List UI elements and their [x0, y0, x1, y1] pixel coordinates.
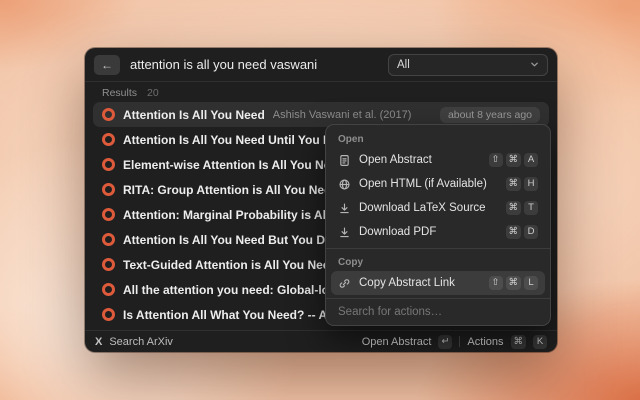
raycast-window: ← All Results 20 Attention Is All You Ne… [85, 48, 557, 352]
action-label: Copy Abstract Link [359, 277, 455, 289]
action-label: Open HTML (if Available) [359, 178, 487, 190]
h-key-badge: H [524, 177, 538, 191]
d-key-badge: D [524, 225, 538, 239]
action-open-abstract[interactable]: Open Abstract ⇧ ⌘ A [331, 148, 545, 172]
arxiv-logo-icon: X [95, 336, 102, 348]
arxiv-ring-icon [102, 233, 115, 246]
k-key-badge: K [533, 335, 547, 349]
result-age-badge: about 8 years ago [440, 107, 540, 123]
section-title-open: Open [326, 130, 550, 148]
primary-action-label[interactable]: Open Abstract [362, 336, 432, 348]
link-icon [338, 277, 351, 290]
action-label: Download LaTeX Source [359, 202, 486, 214]
arxiv-ring-icon [102, 308, 115, 321]
result-title: Attention Is All You Need [123, 108, 265, 122]
document-icon [338, 154, 351, 167]
arxiv-ring-icon [102, 258, 115, 271]
action-label: Open Abstract [359, 154, 432, 166]
results-header: Results 20 [85, 82, 557, 100]
cmd-key-badge: ⌘ [506, 225, 522, 239]
action-copy-abstract-link[interactable]: Copy Abstract Link ⇧ ⌘ L [331, 271, 545, 295]
cmd-key-badge: ⌘ [511, 335, 527, 349]
back-button[interactable]: ← [94, 55, 120, 75]
globe-icon [338, 178, 351, 191]
download-icon [338, 202, 351, 215]
result-title: Element-wise Attention Is All You Need [123, 158, 344, 172]
arxiv-ring-icon [102, 158, 115, 171]
arxiv-ring-icon [102, 108, 115, 121]
actions-button[interactable]: Actions [467, 336, 503, 348]
arxiv-ring-icon [102, 283, 115, 296]
filter-value: All [397, 59, 410, 71]
results-count: 20 [147, 87, 159, 99]
action-panel: Open Open Abstract ⇧ ⌘ A Open HTML (if A… [325, 124, 551, 326]
cmd-key-badge: ⌘ [506, 153, 522, 167]
action-label: Download PDF [359, 226, 436, 238]
chevron-down-icon [530, 60, 539, 69]
actions-search-bar [326, 298, 550, 325]
search-input[interactable] [130, 57, 378, 72]
t-key-badge: T [524, 201, 538, 215]
command-name: Search ArXiv [109, 336, 173, 348]
result-authors: Ashish Vaswani et al. (2017) [273, 109, 412, 121]
action-download-pdf[interactable]: Download PDF ⌘ D [331, 220, 545, 244]
enter-key-badge: ↵ [438, 335, 452, 349]
footer-divider [459, 336, 460, 347]
actions-search-input[interactable] [338, 306, 538, 318]
a-key-badge: A [524, 153, 538, 167]
action-download-latex[interactable]: Download LaTeX Source ⌘ T [331, 196, 545, 220]
cmd-key-badge: ⌘ [506, 201, 522, 215]
command-bar: ← All [85, 48, 557, 82]
cmd-key-badge: ⌘ [506, 177, 522, 191]
shift-key-badge: ⇧ [489, 276, 503, 290]
arxiv-ring-icon [102, 183, 115, 196]
shift-key-badge: ⇧ [489, 153, 503, 167]
action-open-html[interactable]: Open HTML (if Available) ⌘ H [331, 172, 545, 196]
cmd-key-badge: ⌘ [506, 276, 522, 290]
arxiv-ring-icon [102, 208, 115, 221]
section-title-copy: Copy [326, 253, 550, 271]
download-icon [338, 226, 351, 239]
filter-dropdown[interactable]: All [388, 54, 548, 76]
arxiv-ring-icon [102, 133, 115, 146]
l-key-badge: L [524, 276, 538, 290]
status-bar: X Search ArXiv Open Abstract ↵ Actions ⌘… [85, 330, 557, 352]
back-arrow-icon: ← [101, 58, 113, 72]
results-label: Results [102, 87, 137, 99]
panel-divider [326, 248, 550, 249]
